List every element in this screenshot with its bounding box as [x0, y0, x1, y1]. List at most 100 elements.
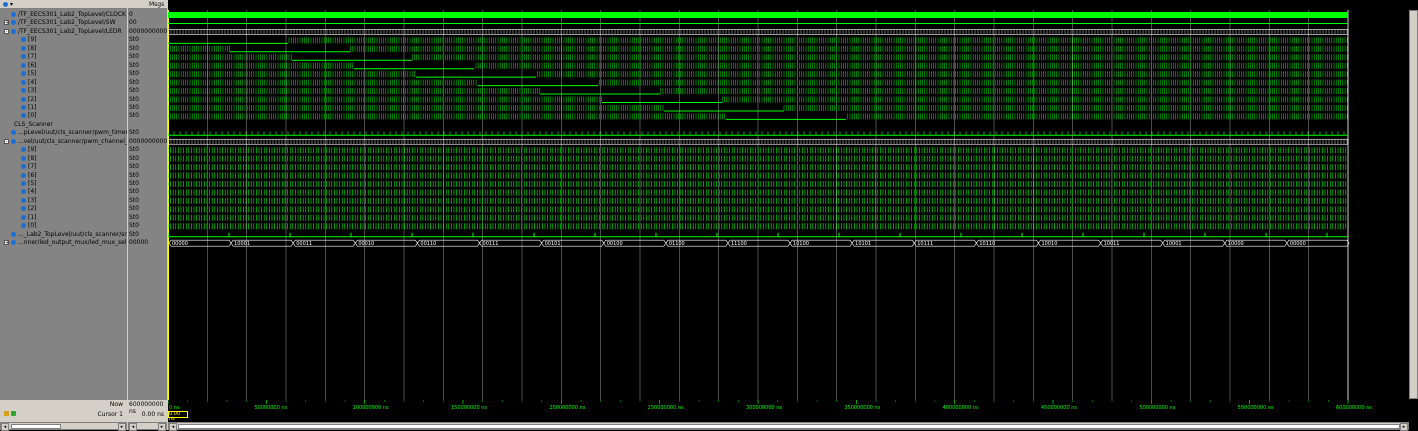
signal-value-row: St0 [128, 45, 167, 53]
signal-name: ...pLevel/uut/cls_scanner/pwm_timer_tick [18, 129, 142, 137]
signal-diamond-icon [21, 223, 26, 228]
signal-value: St0 [129, 155, 139, 163]
signal-value-row: St0 [128, 96, 167, 104]
chevron-down-icon[interactable]: ▾ [10, 0, 13, 9]
signal-row[interactable]: [7] [0, 53, 127, 61]
signal-value-row: 0000000000 [128, 138, 167, 146]
signal-diamond-icon [21, 181, 26, 186]
signal-value: 0 [129, 11, 133, 19]
signal-diamond-icon [21, 71, 26, 76]
names-header: ▾ [0, 0, 127, 9]
signal-diamond-icon [21, 80, 26, 85]
expand-icon[interactable]: + [4, 240, 9, 245]
signal-value-row: St0 [128, 214, 167, 222]
signal-value-row: St0 [128, 222, 167, 230]
signal-row[interactable]: [1] [0, 214, 127, 222]
signal-value: St0 [129, 188, 139, 196]
signal-value: St0 [129, 104, 139, 112]
signal-row[interactable]: [0] [0, 112, 127, 120]
signal-value: St0 [129, 163, 139, 171]
signal-name: [1] [28, 104, 37, 112]
ledr-bit-wave [168, 71, 1347, 77]
ledr-bit-wave [168, 46, 1347, 52]
signal-value: 0000000000 [129, 28, 167, 36]
signal-row[interactable]: [1] [0, 104, 127, 112]
signal-row[interactable]: -/TF_EECS301_Lab2_TopLevel/LEDR [0, 28, 127, 36]
signal-name: [9] [28, 36, 37, 44]
signal-name: [4] [28, 188, 37, 196]
values-header: Msgs [128, 0, 167, 9]
collapse-icon[interactable]: - [4, 29, 9, 34]
signal-row[interactable]: [9] [0, 36, 127, 44]
signal-value-row: St0 [128, 36, 167, 44]
signal-row[interactable]: /TF_EECS301_Lab2_TopLevel/CLOCK_50 [0, 11, 127, 19]
signal-diamond-icon [21, 46, 26, 51]
signal-value: 00000 [129, 239, 148, 247]
signal-diamond-icon [21, 97, 26, 102]
signal-row[interactable]: [3] [0, 87, 127, 95]
signal-row[interactable]: [4] [0, 79, 127, 87]
signal-value: St0 [129, 70, 139, 78]
signal-value-row: St0 [128, 180, 167, 188]
signal-value: St0 [129, 222, 139, 230]
signal-row[interactable]: [6] [0, 172, 127, 180]
signal-value-row: St0 [128, 53, 167, 61]
signal-value: St0 [129, 205, 139, 213]
signal-name: [6] [28, 62, 37, 70]
signal-row[interactable]: [7] [0, 163, 127, 171]
signal-name: [2] [28, 205, 37, 213]
signal-value-row: St0 [128, 146, 167, 154]
signal-row[interactable]: ...pLevel/uut/cls_scanner/pwm_timer_tick [0, 129, 127, 137]
signal-value-row: St0 [128, 129, 167, 137]
signal-value: St0 [129, 79, 139, 87]
signal-name: [2] [28, 96, 37, 104]
expand-icon[interactable]: + [4, 20, 9, 25]
signal-row[interactable]: [2] [0, 205, 127, 213]
signal-row[interactable]: [0] [0, 222, 127, 230]
signal-row[interactable]: -...vel/uut/cls_scanner/pwm_channel_sigs [0, 138, 127, 146]
clock-wave [168, 12, 1348, 18]
signal-diamond-icon [21, 215, 26, 220]
signal-value-row: St0 [128, 172, 167, 180]
signal-row[interactable]: +/TF_EECS301_Lab2_TopLevel/SW [0, 19, 127, 27]
signal-name: [0] [28, 222, 37, 230]
signal-name: [3] [28, 197, 37, 205]
signal-row[interactable]: [6] [0, 62, 127, 70]
signal-row[interactable]: [2] [0, 96, 127, 104]
signal-row[interactable]: [8] [0, 45, 127, 53]
signal-diamond-icon [11, 29, 16, 34]
signal-value: St0 [129, 112, 139, 120]
signal-row[interactable]: [9] [0, 146, 127, 154]
signal-diamond-icon [21, 113, 26, 118]
signal-value: St0 [129, 172, 139, 180]
wave-canvas[interactable]: 0000010001000110001000110001110010100100… [168, 10, 1410, 400]
blue-dot-icon[interactable] [3, 2, 8, 7]
signal-value: St0 [129, 180, 139, 188]
signal-name: [8] [28, 45, 37, 53]
signal-value-row: St0 [128, 197, 167, 205]
signal-value: 0000000000 [129, 138, 167, 146]
signal-diamond-icon [21, 164, 26, 169]
ledr-bit-wave [168, 97, 1347, 103]
collapse-icon[interactable]: - [4, 139, 9, 144]
signal-row[interactable]: [8] [0, 155, 127, 163]
signal-value: St0 [129, 45, 139, 53]
signal-row[interactable]: +...nner/led_output_mux/led_mux_sel_s... [0, 239, 127, 247]
signal-row[interactable]: CLS_Scanner [0, 121, 127, 129]
signal-name: [7] [28, 53, 37, 61]
signal-row[interactable]: ..._Lab2_TopLevel/uut/cls_scanner/srt_ti… [0, 231, 127, 239]
signal-name: ...vel/uut/cls_scanner/pwm_channel_sigs [18, 138, 140, 146]
signal-value-row: 0000000000 [128, 28, 167, 36]
signal-diamond-icon [11, 232, 16, 237]
signal-value: St0 [129, 96, 139, 104]
signal-row[interactable]: [5] [0, 70, 127, 78]
signal-diamond-icon [21, 63, 26, 68]
signal-value-row: St0 [128, 87, 167, 95]
signal-diamond-icon [11, 12, 16, 17]
signal-row[interactable]: [4] [0, 188, 127, 196]
signal-diamond-icon [21, 156, 26, 161]
signal-value: St0 [129, 129, 139, 137]
signal-row[interactable]: [5] [0, 180, 127, 188]
signal-value: 00 [129, 19, 137, 27]
signal-row[interactable]: [3] [0, 197, 127, 205]
